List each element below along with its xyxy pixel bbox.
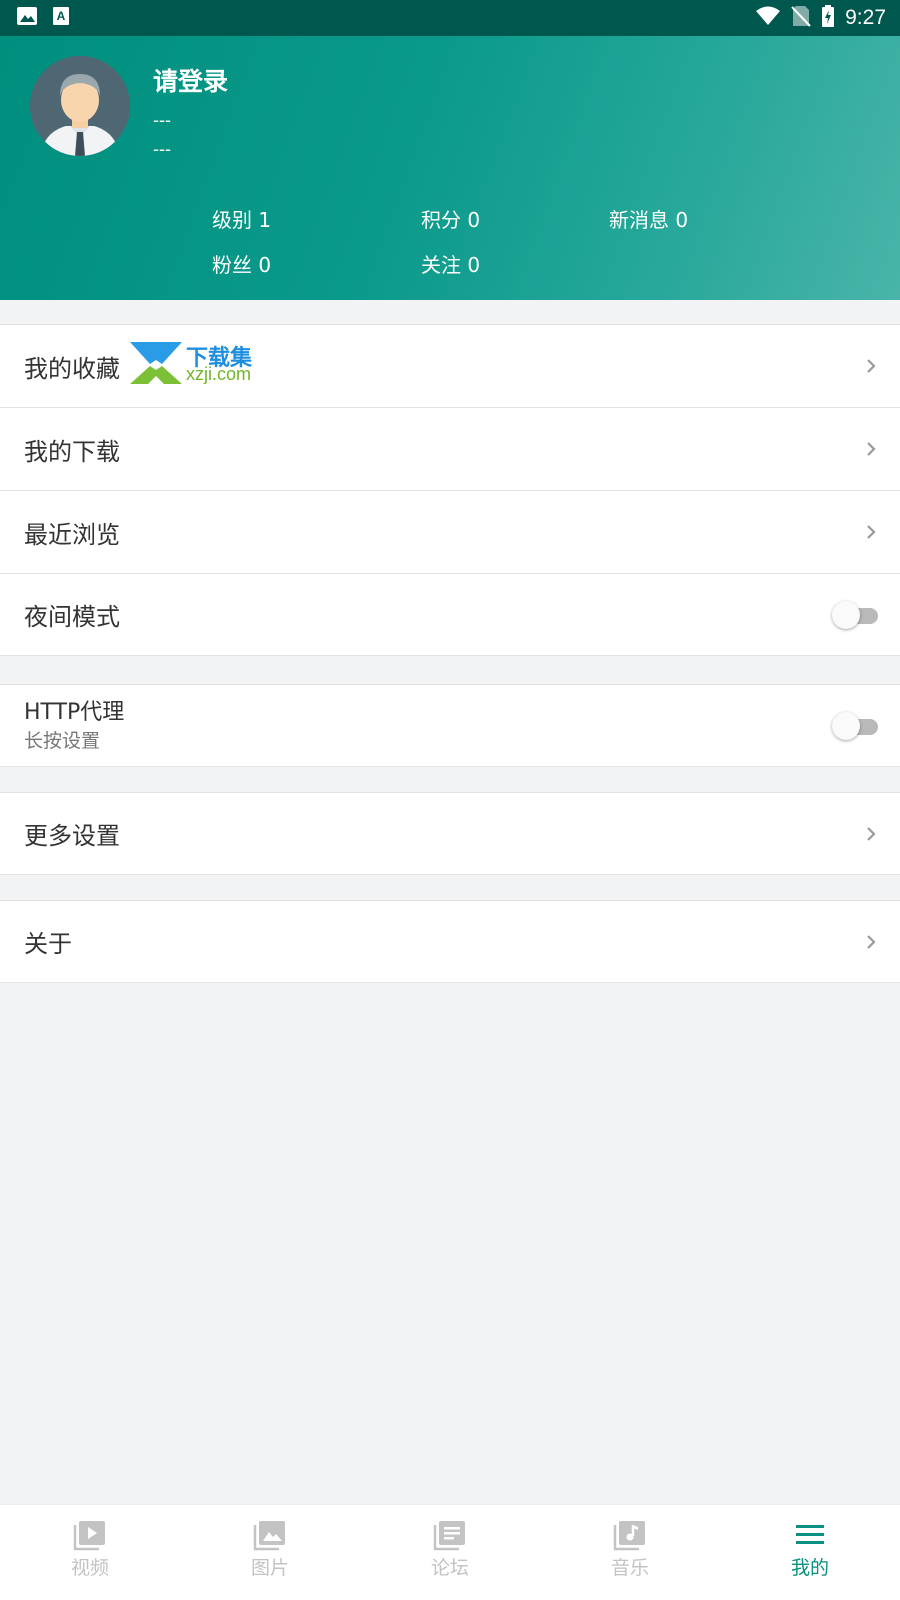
login-prompt[interactable]: 请登录 (153, 62, 228, 98)
stat-messages[interactable]: 新消息 0 (609, 204, 688, 233)
menu-item-label: 关于 (24, 930, 72, 958)
chevron-right-icon (867, 826, 876, 841)
nav-item-images[interactable]: 图片 (180, 1505, 360, 1600)
chevron-right-icon (867, 525, 876, 539)
images-icon (253, 1521, 285, 1551)
nav-label: 图片 (250, 1557, 289, 1579)
profile-line-1: --- (153, 110, 171, 130)
chevron-right-icon (867, 442, 876, 456)
menu-icon (796, 1525, 824, 1544)
a-font-icon: A (52, 6, 70, 30)
menu-item-recent[interactable]: 最近浏览 (0, 490, 900, 573)
nav-label: 论坛 (430, 1557, 469, 1579)
nav-label: 我的 (790, 1557, 829, 1579)
menu-item-label: 最近浏览 (24, 520, 120, 549)
stat-fans[interactable]: 粉丝 0 (212, 249, 271, 278)
nav-item-forum[interactable]: 论坛 (360, 1505, 540, 1600)
status-time: 9:27 (845, 6, 886, 29)
status-bar: A 9:27 (0, 0, 900, 36)
avatar[interactable] (30, 56, 130, 156)
watermark-logo: 下载集 xzji.com (128, 340, 268, 388)
menu-group-about: 关于 (0, 900, 900, 983)
menu-item-label: HTTP代理 (24, 699, 125, 725)
stat-level: 级别 1 (212, 208, 272, 232)
bottom-nav: 视频 图片 论坛 音乐 我的 (0, 1504, 900, 1600)
menu-group-proxy: HTTP代理 长按设置 (0, 684, 900, 767)
forum-icon (433, 1521, 465, 1551)
nav-item-mine[interactable]: 我的 (720, 1505, 900, 1600)
status-left: A (16, 6, 70, 30)
status-right: 9:27 (755, 5, 886, 31)
image-icon (16, 6, 38, 30)
battery-charging-icon (821, 5, 835, 31)
menu-item-more-settings[interactable]: 更多设置 (0, 792, 900, 875)
music-icon (613, 1521, 645, 1551)
profile-line-2: --- (153, 139, 171, 159)
nav-item-music[interactable]: 音乐 (540, 1505, 720, 1600)
chevron-right-icon (867, 934, 876, 949)
profile-header: 请登录 --- --- 级别 1 积分 0 新消息 0 粉丝 0 关注 0 (0, 36, 900, 300)
toggle-knob (832, 711, 860, 740)
menu-item-about[interactable]: 关于 (0, 900, 900, 983)
stat-following[interactable]: 关注 0 (421, 249, 480, 278)
chevron-right-icon (867, 359, 876, 373)
nav-label: 音乐 (610, 1557, 649, 1579)
http-proxy-toggle[interactable] (832, 711, 878, 740)
menu-group-settings: 更多设置 (0, 792, 900, 875)
toggle-knob (832, 600, 860, 629)
menu-item-night-mode[interactable]: 夜间模式 (0, 573, 900, 656)
menu-item-downloads[interactable]: 我的下载 (0, 407, 900, 490)
menu-item-label: 夜间模式 (24, 603, 120, 631)
video-icon (73, 1521, 105, 1551)
nav-item-video[interactable]: 视频 (0, 1505, 180, 1600)
xzji-logo-icon (130, 342, 182, 384)
night-mode-toggle[interactable] (832, 600, 878, 629)
stat-points: 积分 0 (421, 208, 481, 232)
svg-text:A: A (57, 9, 66, 23)
no-sim-icon (791, 5, 811, 31)
menu-item-label: 我的收藏 (24, 354, 120, 383)
menu-item-http-proxy[interactable]: HTTP代理 长按设置 (0, 684, 900, 767)
nav-label: 视频 (70, 1557, 109, 1579)
wifi-icon (755, 6, 781, 30)
menu-item-label: 我的下载 (24, 437, 120, 466)
menu-item-label: 更多设置 (24, 822, 120, 850)
watermark-en: xzji.com (186, 364, 252, 384)
menu-item-hint: 长按设置 (24, 729, 101, 752)
